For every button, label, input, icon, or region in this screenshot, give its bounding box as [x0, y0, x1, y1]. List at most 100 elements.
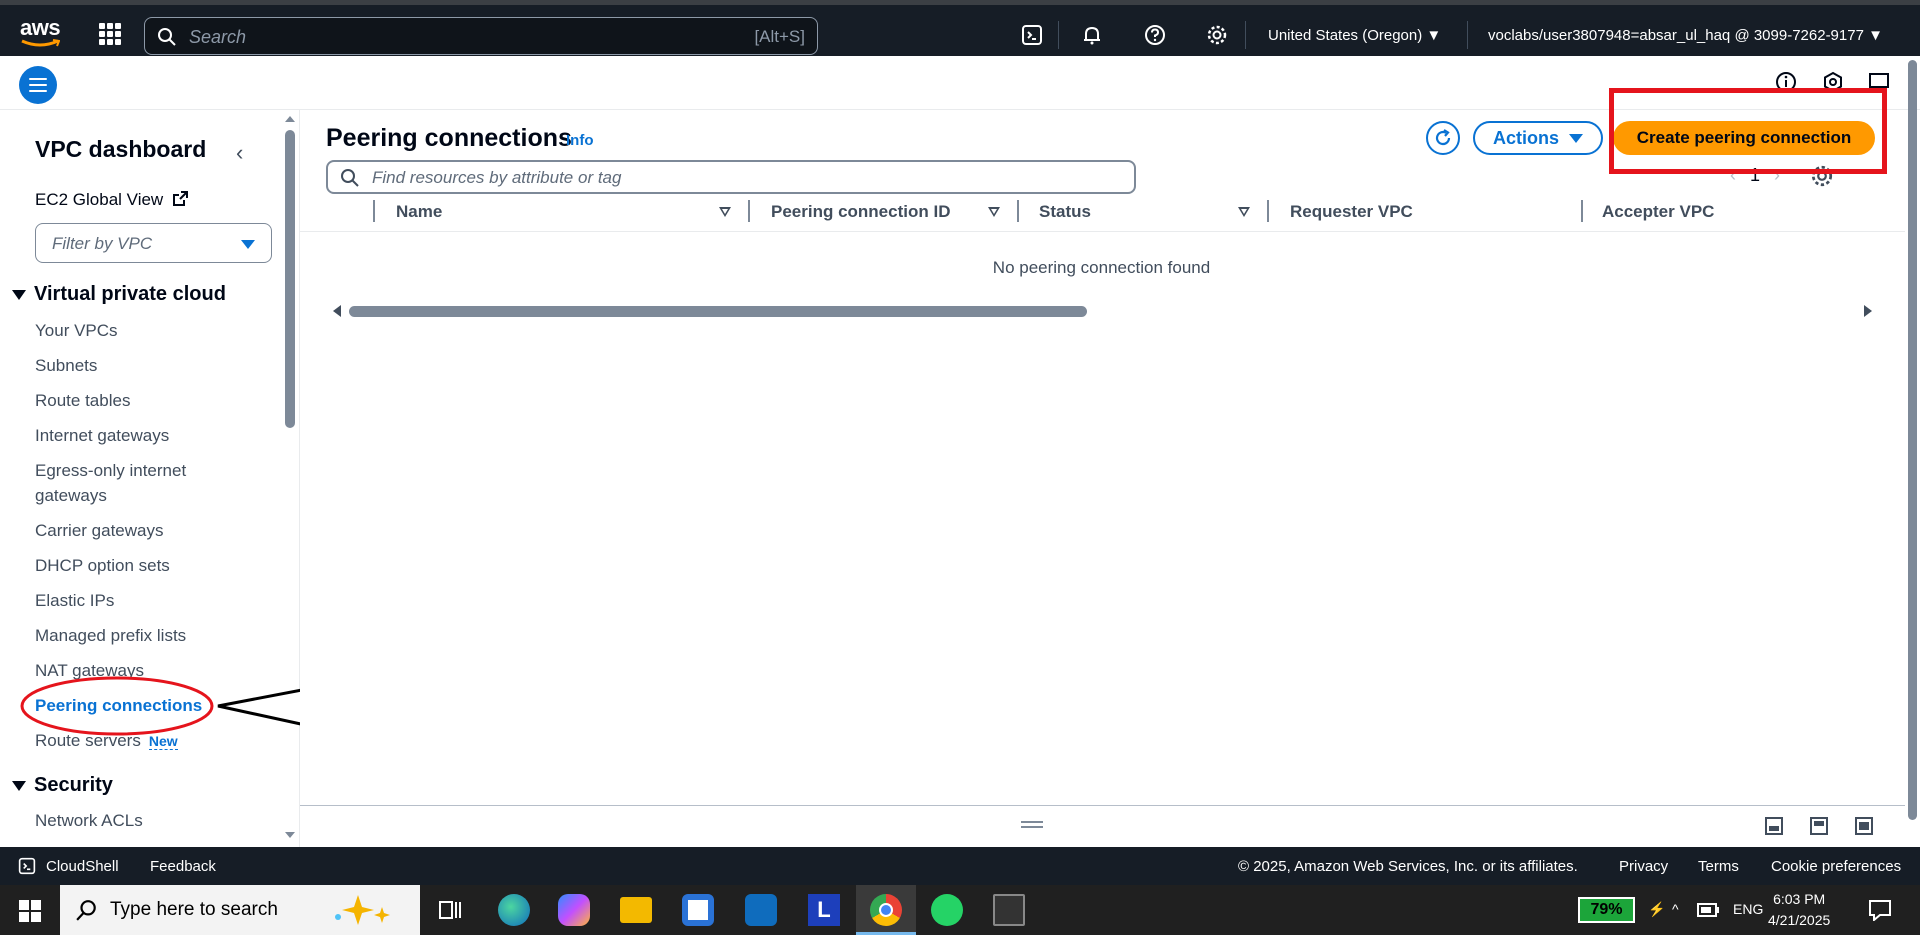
lockdown-browser-icon[interactable]: L	[808, 894, 840, 926]
language-indicator[interactable]: ENG	[1733, 901, 1763, 917]
notification-center-icon[interactable]	[1868, 899, 1892, 921]
outlook-icon[interactable]	[745, 894, 777, 926]
sidebar-item-managed-prefix-lists[interactable]: Managed prefix lists	[35, 623, 186, 648]
sidebar-item-dhcp-option-sets[interactable]: DHCP option sets	[35, 553, 170, 578]
aws-logo-text: aws	[20, 15, 61, 40]
taskbar-search-box[interactable]: Type here to search	[60, 885, 420, 935]
cloudshell-icon[interactable]	[1020, 23, 1044, 47]
column-header-accepter-vpc[interactable]: Accepter VPC	[1602, 202, 1714, 222]
file-explorer-icon[interactable]	[620, 897, 652, 923]
filter-placeholder: Filter by VPC	[52, 234, 153, 253]
column-separator[interactable]	[1017, 200, 1019, 222]
sidebar-scrollbar-thumb[interactable]	[285, 130, 295, 428]
aws-logo[interactable]: aws	[20, 17, 62, 51]
column-header-name[interactable]: Name	[396, 202, 442, 222]
copyright-text: © 2025, Amazon Web Services, Inc. or its…	[1238, 858, 1578, 875]
sort-icon[interactable]	[719, 207, 731, 217]
separator	[1467, 21, 1468, 49]
clock-date: 4/21/2025	[1768, 912, 1831, 928]
sidebar-item-elastic-ips[interactable]: Elastic IPs	[35, 588, 114, 613]
battery-icon[interactable]	[1697, 903, 1719, 917]
battery-indicator[interactable]: 79%	[1578, 897, 1635, 923]
caret-down-icon	[12, 289, 26, 300]
scroll-up-icon[interactable]	[285, 116, 295, 122]
actions-label: Actions	[1492, 127, 1559, 148]
column-separator[interactable]	[748, 200, 750, 222]
drag-handle-icon[interactable]	[1021, 821, 1043, 823]
search-icon	[158, 28, 176, 46]
section-virtual-private-cloud[interactable]: Virtual private cloud	[12, 283, 226, 306]
sidebar-item-subnets[interactable]: Subnets	[35, 353, 97, 378]
search-shortcut-hint: [Alt+S]	[754, 27, 805, 46]
sidebar-item-carrier-gateways[interactable]: Carrier gateways	[35, 518, 164, 543]
separator	[1058, 21, 1059, 49]
sidebar-item-network-acls[interactable]: Network ACLs	[35, 808, 143, 833]
section-security[interactable]: Security	[12, 774, 113, 797]
column-separator[interactable]	[1267, 200, 1269, 222]
column-separator	[373, 200, 375, 222]
actions-dropdown[interactable]: Actions	[1473, 121, 1603, 155]
bell-icon[interactable]	[1080, 23, 1104, 47]
privacy-link[interactable]: Privacy	[1619, 858, 1668, 875]
sidebar-item-route-tables[interactable]: Route tables	[35, 388, 130, 413]
caret-down-icon	[12, 780, 26, 791]
page-scrollbar-thumb[interactable]	[1908, 60, 1917, 820]
clock[interactable]: 6:03 PM 4/21/2025	[1768, 889, 1830, 931]
ec2-global-view-label: EC2 Global View	[35, 190, 164, 209]
whatsapp-icon[interactable]	[931, 894, 963, 926]
cookie-preferences-link[interactable]: Cookie preferences	[1771, 858, 1901, 875]
services-grid-icon[interactable]	[99, 23, 121, 45]
region-selector[interactable]: United States (Oregon) ▼	[1268, 27, 1441, 44]
terms-link[interactable]: Terms	[1698, 858, 1739, 875]
menu-icon[interactable]	[19, 66, 57, 104]
column-separator[interactable]	[1581, 200, 1583, 222]
console-footer: CloudShell Feedback © 2025, Amazon Web S…	[0, 847, 1920, 885]
scroll-left-icon[interactable]	[333, 305, 341, 317]
chrome-icon[interactable]	[870, 894, 902, 926]
refresh-icon	[1435, 129, 1451, 146]
table-horizontal-scrollbar-thumb[interactable]	[349, 306, 1087, 317]
taskbar-search-placeholder: Type here to search	[110, 899, 278, 920]
region-label: United States (Oregon)	[1268, 27, 1423, 44]
windows-taskbar: Type here to search L 79% ⚡ ^ ENG 6:03 P…	[0, 885, 1920, 935]
scroll-down-icon[interactable]	[285, 832, 295, 838]
filter-by-vpc-select[interactable]: Filter by VPC	[35, 223, 272, 263]
annotation-highlight-box	[1609, 88, 1887, 174]
windows-start-icon[interactable]	[19, 900, 41, 922]
copilot-icon[interactable]	[558, 894, 590, 926]
feedback-link[interactable]: Feedback	[150, 858, 216, 875]
cloudshell-link[interactable]: CloudShell	[46, 858, 119, 875]
sidebar-item-internet-gateways[interactable]: Internet gateways	[35, 423, 169, 448]
account-menu[interactable]: voclabs/user3807948=absar_ul_haq @ 3099-…	[1488, 27, 1883, 44]
page-title: Peering connections	[326, 124, 572, 152]
help-icon[interactable]	[1143, 23, 1167, 47]
column-header-status[interactable]: Status	[1039, 202, 1091, 222]
sidebar-title[interactable]: VPC dashboard	[35, 136, 206, 163]
refresh-button[interactable]	[1426, 121, 1460, 155]
info-link[interactable]: Info	[566, 132, 594, 149]
column-header-requester-vpc[interactable]: Requester VPC	[1290, 202, 1413, 222]
edge-icon[interactable]	[498, 894, 530, 926]
microsoft-store-icon[interactable]	[682, 894, 714, 926]
sidebar-item-egress-only-internet-gateways[interactable]: Egress-only internet gateways	[35, 458, 235, 508]
top-navigation-bar: aws Search [Alt+S] United States (Oregon…	[0, 0, 1920, 56]
sort-icon[interactable]	[988, 207, 1000, 217]
column-header-peering-connection-id[interactable]: Peering connection ID	[771, 202, 950, 222]
ec2-global-view-link[interactable]: EC2 Global View	[35, 190, 189, 210]
task-view-icon[interactable]	[438, 899, 462, 921]
panel-bottom-icon[interactable]	[1765, 817, 1783, 835]
show-hidden-icons-icon[interactable]: ^	[1672, 901, 1679, 917]
table-filter-input[interactable]: Find resources by attribute or tag	[326, 160, 1136, 194]
chevron-down-icon: ▼	[1868, 27, 1883, 44]
gear-icon[interactable]	[1205, 23, 1229, 47]
search-placeholder: Search	[189, 27, 247, 47]
scroll-right-icon[interactable]	[1864, 305, 1872, 317]
panel-side-icon[interactable]	[1810, 817, 1828, 835]
sort-icon[interactable]	[1238, 207, 1250, 217]
empty-state-message: No peering connection found	[326, 258, 1877, 278]
collapse-sidebar-icon[interactable]: ‹	[236, 140, 243, 166]
sidebar-item-your-vpcs[interactable]: Your VPCs	[35, 318, 118, 343]
panel-full-icon[interactable]	[1855, 817, 1873, 835]
snipping-tool-icon[interactable]	[993, 894, 1025, 926]
global-search-input[interactable]: Search [Alt+S]	[144, 17, 818, 55]
